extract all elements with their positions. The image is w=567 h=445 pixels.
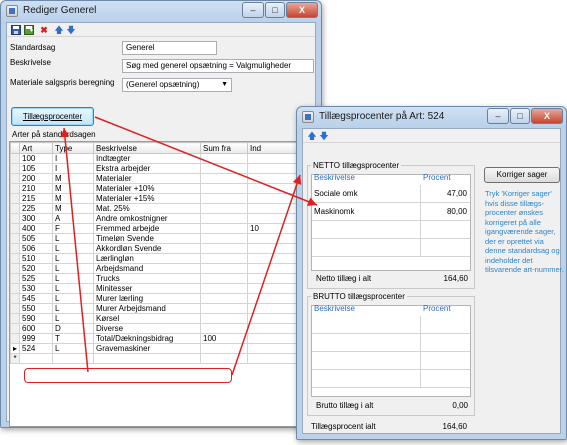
annotation-arrow-to-netto bbox=[94, 116, 318, 206]
annotation-overlay bbox=[60, 116, 318, 376]
annotation-arrow-to-window bbox=[231, 174, 302, 376]
annotation-arrow-to-button bbox=[60, 127, 89, 373]
